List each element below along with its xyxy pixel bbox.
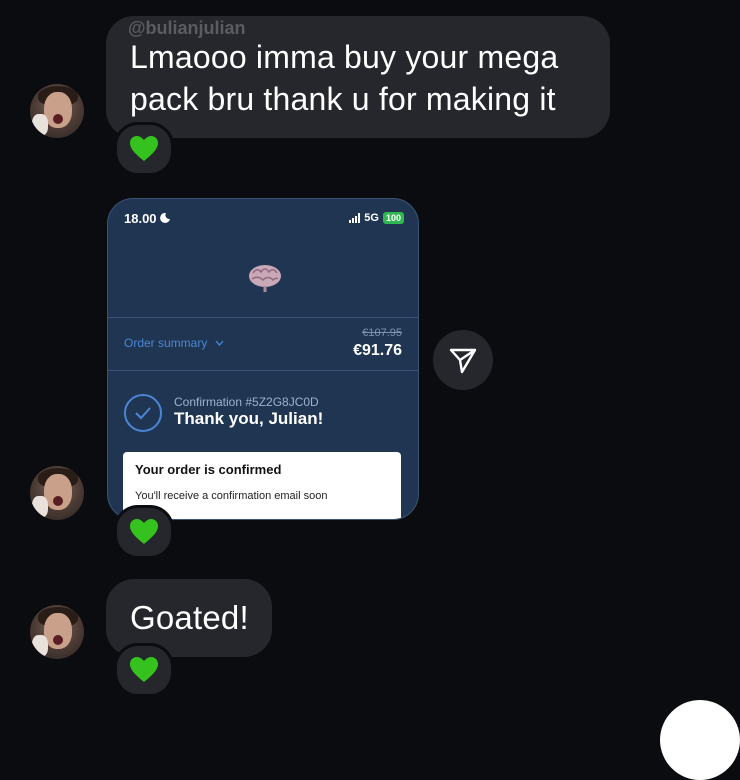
shared-screenshot-card[interactable]: 18.00 5G 100 Order summary €107.95 €91.7… (107, 198, 419, 520)
chevron-down-icon (215, 340, 224, 346)
share-button[interactable] (433, 330, 493, 390)
status-bar: 18.00 5G 100 (108, 199, 418, 237)
partial-circle-button[interactable] (660, 700, 740, 780)
discounted-price: €91.76 (353, 342, 402, 359)
battery-indicator: 100 (382, 212, 404, 224)
order-summary-label: Order summary (124, 336, 208, 350)
signal-icon (349, 213, 361, 223)
brain-icon (249, 265, 281, 292)
network-label: 5G (364, 212, 379, 224)
thank-you-heading: Thank you, Julian! (174, 409, 324, 428)
message-1-line-1: Lmaooo imma buy your mega (130, 39, 559, 75)
green-heart-icon (130, 519, 158, 544)
order-summary-row[interactable]: Order summary €107.95 €91.76 (108, 317, 418, 371)
message-2-text: Goated! (130, 599, 249, 636)
green-heart-icon (130, 657, 158, 682)
original-price: €107.95 (362, 327, 402, 339)
message-1-line-2: pack bru thank u for making it (130, 81, 556, 117)
order-summary-link[interactable]: Order summary (124, 336, 224, 350)
avatar[interactable] (30, 605, 84, 659)
reaction-pill-2[interactable] (114, 505, 174, 559)
reaction-pill-3[interactable] (114, 643, 174, 697)
paper-plane-icon (449, 348, 477, 374)
check-icon (135, 407, 151, 420)
moon-icon (159, 213, 170, 223)
green-heart-icon (130, 136, 158, 161)
reaction-pill-1[interactable] (114, 122, 174, 176)
confirmation-number: Confirmation #5Z2G8JC0D (174, 395, 319, 409)
check-circle-icon (124, 394, 162, 432)
order-confirmed-subtitle: You'll receive a confirmation email soon (135, 490, 328, 502)
avatar[interactable] (30, 466, 84, 520)
status-time: 18.00 (124, 210, 157, 226)
order-confirmed-title: Your order is confirmed (135, 462, 282, 477)
avatar[interactable] (30, 84, 84, 138)
